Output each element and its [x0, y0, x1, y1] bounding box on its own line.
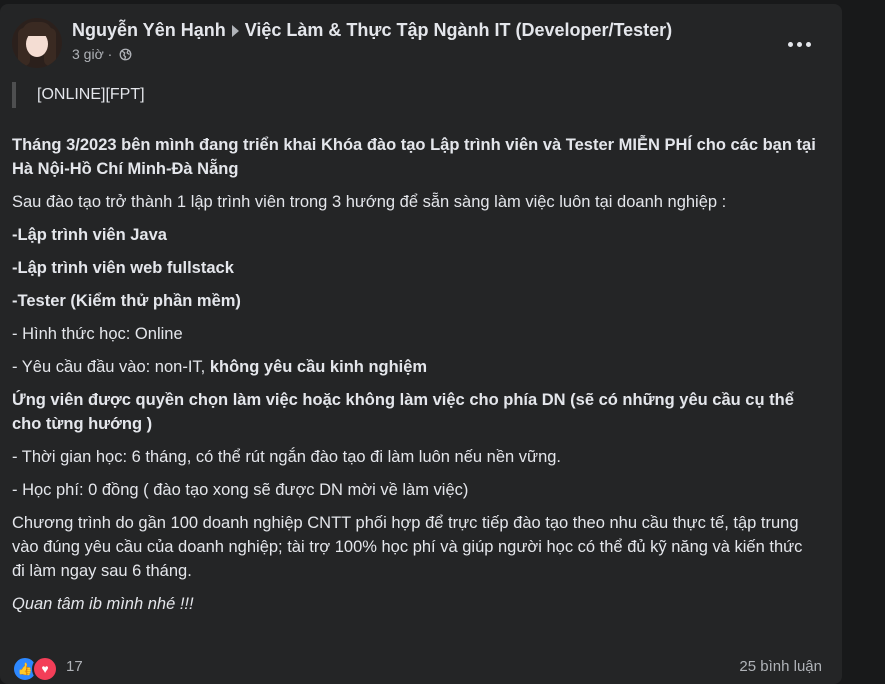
post-card: Nguyễn Yên Hạnh Việc Làm & Thực Tập Ngành… — [0, 4, 842, 684]
fee-line: - Học phí: 0 đồng ( đào tạo xong sẽ được… — [12, 481, 469, 499]
closing-line: Quan tâm ib mình nhé !!! — [12, 595, 194, 613]
duration-line: - Thời gian học: 6 tháng, có thể rút ngắ… — [12, 448, 562, 466]
post-header: Nguyễn Yên Hạnh Việc Làm & Thực Tập Ngành… — [72, 19, 672, 41]
author-name[interactable]: Nguyễn Yên Hạnh — [72, 20, 226, 40]
group-name[interactable]: Việc Làm & Thực Tập Ngành IT (Developer/… — [245, 20, 672, 40]
after-training-paragraph: Sau đào tạo trở thành 1 lập trình viên t… — [12, 193, 727, 211]
post-body: Tháng 3/2023 bên mình đang triển khai Kh… — [12, 133, 817, 625]
intro-paragraph: Tháng 3/2023 bên mình đang triển khai Kh… — [12, 136, 816, 178]
study-mode: - Hình thức học: Online — [12, 325, 183, 343]
candidate-choice-paragraph: Ứng viên được quyền chọn làm việc hoặc k… — [12, 391, 794, 433]
author-avatar[interactable] — [12, 18, 62, 68]
avatar-bangs — [22, 22, 52, 36]
more-horizontal-icon-dot — [796, 41, 802, 47]
post-time[interactable]: 3 giờ — [72, 46, 104, 62]
more-horizontal-icon-dot — [805, 41, 811, 47]
track-web-fullstack: -Lập trình viên web fullstack — [12, 259, 234, 277]
post-meta: 3 giờ · — [72, 45, 132, 63]
requirement-line: - Yêu cầu đầu vào: non-IT, không yêu cầu… — [12, 355, 817, 379]
track-java: -Lập trình viên Java — [12, 226, 167, 244]
comment-count[interactable]: 25 bình luận — [739, 658, 822, 675]
program-paragraph: Chương trình do gần 100 doanh nghiệp CNT… — [12, 514, 803, 580]
requirement-bold: không yêu cầu kinh nghiệm — [209, 358, 428, 376]
requirement-prefix: - Yêu cầu đầu vào: non-IT, — [12, 358, 210, 376]
more-options-button[interactable] — [775, 26, 823, 62]
globe-icon[interactable] — [119, 48, 132, 61]
track-tester: -Tester (Kiểm thử phần mềm) — [12, 292, 241, 310]
quote-block: [ONLINE][FPT] — [12, 82, 145, 108]
more-horizontal-icon-dot — [787, 41, 793, 47]
love-icon[interactable]: ♥ — [32, 656, 58, 682]
meta-separator: · — [107, 46, 113, 62]
reactions-bar: 👍 ♥ 17 25 bình luận — [12, 656, 822, 682]
shared-to-arrow-icon — [231, 24, 239, 37]
reaction-count[interactable]: 17 — [66, 658, 83, 675]
